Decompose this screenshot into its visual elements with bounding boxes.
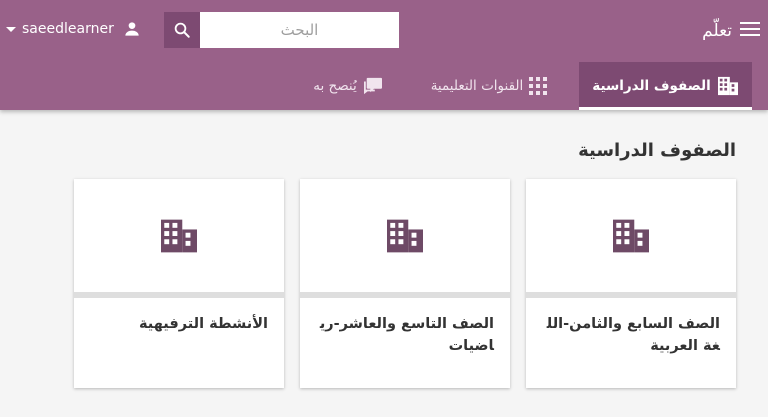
classroom-card[interactable]: الصف السابع والثامن-اللغة العربية (526, 179, 736, 388)
card-divider (74, 292, 284, 298)
app-bar: تعلّم saeedlearner (0, 0, 768, 110)
card-thumbnail (74, 179, 284, 292)
building-icon (613, 219, 649, 252)
tab-label: القنوات التعليمية (430, 78, 524, 94)
search-input[interactable] (200, 12, 399, 48)
person-icon (125, 22, 139, 36)
card-divider (300, 292, 510, 298)
card-title: الصف التاسع والعاشر-رياضيات (319, 316, 494, 354)
tab-label: الصفوف الدراسية (592, 78, 711, 94)
username: saeedlearner (22, 21, 114, 37)
grid-icon (529, 77, 548, 95)
building-icon (387, 219, 423, 252)
menu-icon[interactable] (740, 21, 760, 37)
tab-recommended[interactable]: يُنصح به (300, 62, 396, 110)
search-icon (174, 22, 190, 38)
app-title: تعلّم (702, 21, 732, 41)
tab-bar: الصفوف الدراسية القنوات التعليمية يُنصح … (0, 62, 768, 110)
tab-channels[interactable]: القنوات التعليمية (418, 62, 560, 110)
search-button[interactable] (164, 12, 200, 48)
card-thumbnail (300, 179, 510, 292)
card-thumbnail (526, 179, 736, 292)
user-menu[interactable]: saeedlearner (4, 16, 142, 42)
classroom-card[interactable]: الصف التاسع والعاشر-رياضيات (300, 179, 510, 388)
classroom-card[interactable]: الأنشطة الترفيهية (74, 179, 284, 388)
card-title: الأنشطة الترفيهية (139, 316, 268, 332)
building-icon (717, 76, 738, 96)
card-divider (526, 292, 736, 298)
card-title: الصف السابع والثامن-اللغة العربية (546, 316, 720, 354)
top-bar: تعلّم saeedlearner (0, 0, 768, 62)
chat-icon (363, 77, 382, 95)
section-title: الصفوف الدراسية (578, 140, 736, 161)
chevron-down-icon (6, 26, 16, 32)
tab-label: يُنصح به (313, 78, 357, 94)
tab-classrooms[interactable]: الصفوف الدراسية (579, 62, 752, 110)
building-icon (161, 219, 197, 252)
